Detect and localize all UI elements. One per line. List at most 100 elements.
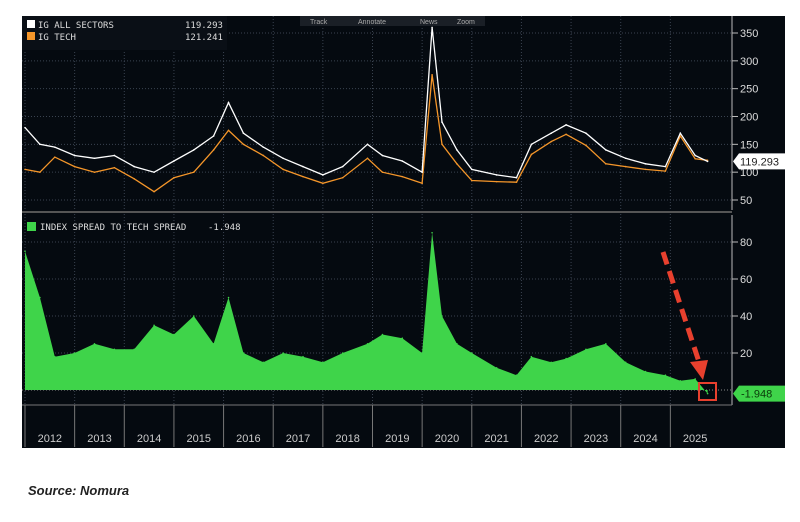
data-point — [431, 73, 433, 76]
data-point — [24, 126, 26, 129]
data-point — [624, 361, 627, 364]
data-point — [173, 160, 175, 162]
data-point — [401, 337, 404, 340]
y-tick-label-top: 200 — [740, 112, 758, 124]
data-point — [495, 174, 498, 176]
data-point — [153, 190, 155, 193]
data-point — [624, 165, 627, 168]
zoom-button[interactable]: Zoom — [457, 19, 475, 26]
data-point — [706, 160, 709, 163]
data-point — [153, 171, 155, 173]
data-point — [322, 361, 324, 364]
data-point — [212, 135, 215, 137]
x-tick-label: 2014 — [137, 433, 161, 445]
data-point — [242, 143, 245, 146]
data-point — [366, 143, 369, 146]
data-point — [24, 250, 26, 253]
data-point — [322, 174, 324, 176]
data-point — [341, 176, 344, 179]
data-point — [431, 231, 433, 234]
x-tick-label: 2018 — [335, 433, 359, 445]
data-point — [192, 315, 195, 317]
x-tick-label: 2013 — [87, 433, 111, 445]
data-point — [73, 165, 76, 168]
data-point — [421, 352, 423, 354]
data-point — [24, 168, 26, 171]
data-point — [515, 181, 518, 183]
data-point — [530, 143, 533, 146]
data-point — [341, 352, 344, 354]
data-point — [401, 175, 404, 178]
y-tick-label-top: 150 — [740, 139, 758, 151]
data-point — [192, 149, 195, 151]
data-point — [530, 355, 533, 358]
x-tick-label: 2012 — [38, 433, 62, 445]
legend-label-tech: IG TECH — [38, 33, 76, 43]
data-point — [431, 26, 433, 29]
y-tick-label-top: 350 — [740, 28, 758, 40]
data-point — [421, 182, 423, 185]
last-value-label-top: 119.293 — [740, 156, 779, 168]
data-point — [679, 379, 682, 382]
data-point — [93, 342, 96, 345]
data-point — [173, 176, 175, 179]
legend-swatch-all — [27, 20, 35, 28]
data-point — [133, 178, 136, 180]
data-point — [565, 133, 567, 136]
legend-label-spread: INDEX SPREAD TO TECH SPREAD — [40, 223, 186, 233]
data-point — [456, 163, 458, 165]
x-tick-label: 2024 — [633, 433, 657, 445]
legend-value-all: 119.293 — [185, 21, 223, 31]
data-point — [53, 146, 56, 148]
data-point — [495, 367, 498, 369]
data-point — [694, 154, 696, 157]
data-point — [401, 160, 404, 162]
data-point — [73, 154, 76, 157]
data-point — [39, 296, 41, 299]
x-tick-label: 2019 — [385, 433, 409, 445]
data-point — [192, 171, 195, 173]
x-tick-label: 2025 — [683, 433, 707, 445]
data-point — [456, 342, 458, 345]
news-button[interactable]: News — [420, 19, 438, 26]
data-point — [706, 392, 709, 395]
x-tick-label: 2022 — [534, 433, 558, 445]
data-point — [173, 333, 175, 336]
x-tick-label: 2016 — [236, 433, 260, 445]
data-point — [39, 143, 41, 146]
data-point — [565, 357, 567, 360]
data-point — [262, 154, 265, 157]
data-point — [322, 182, 324, 185]
legend-label-all: IG ALL SECTORS — [38, 21, 114, 31]
data-point — [282, 168, 284, 171]
annotate-button[interactable]: Annotate — [358, 19, 386, 26]
data-point — [262, 146, 265, 148]
data-point — [113, 348, 116, 351]
legend-value-spread: -1.948 — [208, 223, 241, 233]
x-tick-label: 2020 — [435, 433, 459, 445]
data-point — [341, 165, 344, 168]
track-button[interactable]: Track — [310, 19, 328, 26]
data-point — [381, 154, 384, 157]
bloomberg-chart: IG ALL SECTORS 119.293 IG TECH 121.241 T… — [22, 16, 785, 448]
data-point — [113, 154, 116, 157]
legend-swatch-tech — [27, 32, 35, 40]
data-point — [644, 370, 647, 373]
data-point — [441, 315, 443, 317]
data-point — [53, 355, 56, 358]
data-point — [515, 176, 518, 179]
data-point — [664, 374, 667, 377]
data-point — [441, 143, 443, 146]
data-point — [133, 165, 136, 168]
data-point — [302, 175, 304, 178]
data-point — [456, 149, 458, 151]
y-tick-label-bottom: 20 — [740, 348, 752, 360]
legend-value-tech: 121.241 — [185, 33, 223, 43]
y-tick-label-bottom: 60 — [740, 274, 752, 286]
data-point — [302, 355, 304, 358]
data-point — [495, 180, 498, 183]
data-point — [39, 171, 41, 173]
source-note: Source: Nomura — [28, 483, 130, 498]
data-point — [93, 157, 96, 160]
data-point — [585, 348, 587, 351]
